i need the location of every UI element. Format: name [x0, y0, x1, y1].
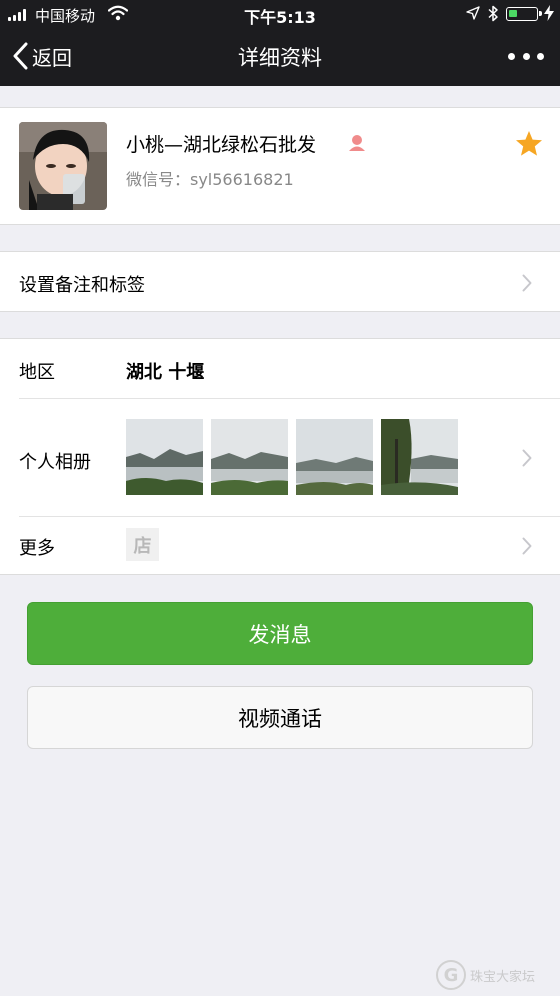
more-row[interactable]: 更多	[0, 517, 560, 575]
contact-profile-page: 中国移动 下午5:13 返回 详细资料 小桃—湖北绿松石批发 微信号：syl56…	[0, 0, 560, 996]
send-message-button[interactable]: 发消息	[27, 602, 533, 665]
location-arrow-icon	[466, 6, 480, 20]
more-label: 更多	[19, 538, 55, 559]
video-call-button[interactable]: 视频通话	[27, 686, 533, 749]
album-photo[interactable]	[211, 419, 288, 495]
charging-bolt-icon	[544, 5, 554, 21]
remark-tags-row[interactable]: 设置备注和标签	[0, 251, 560, 312]
remark-tags-label: 设置备注和标签	[19, 275, 145, 296]
shop-icon: 店	[126, 528, 159, 561]
contact-name: 小桃—湖北绿松石批发	[126, 134, 317, 156]
battery-icon	[506, 7, 542, 21]
region-label: 地区	[19, 362, 55, 383]
info-card: 地区 湖北 十堰 个人相册 更多 店	[0, 338, 560, 575]
album-label: 个人相册	[19, 452, 91, 473]
album-photo[interactable]	[381, 419, 458, 495]
more-options-button[interactable]	[508, 46, 544, 66]
album-photo[interactable]	[126, 419, 203, 495]
battery-level	[509, 10, 517, 17]
album-photo[interactable]	[296, 419, 373, 495]
top-bar: 中国移动 下午5:13 返回 详细资料	[0, 0, 560, 86]
more-dots-icon	[508, 52, 515, 60]
female-icon	[349, 135, 365, 151]
chevron-right-icon	[522, 274, 532, 292]
profile-card: 小桃—湖北绿松石批发 微信号：syl56616821	[0, 107, 560, 225]
avatar[interactable]	[19, 122, 107, 210]
chevron-right-icon	[522, 537, 532, 555]
status-bar: 中国移动 下午5:13	[0, 0, 560, 28]
page-title: 详细资料	[238, 46, 322, 70]
watermark-text: 珠宝大家坛	[470, 969, 536, 985]
star-icon[interactable]	[515, 130, 543, 157]
watermark-logo: G 珠宝大家坛	[436, 958, 556, 992]
chevron-right-icon	[522, 449, 532, 467]
wechat-id: 微信号：syl56616821	[126, 170, 294, 189]
bluetooth-icon	[488, 5, 498, 22]
region-value: 湖北 十堰	[126, 362, 205, 383]
